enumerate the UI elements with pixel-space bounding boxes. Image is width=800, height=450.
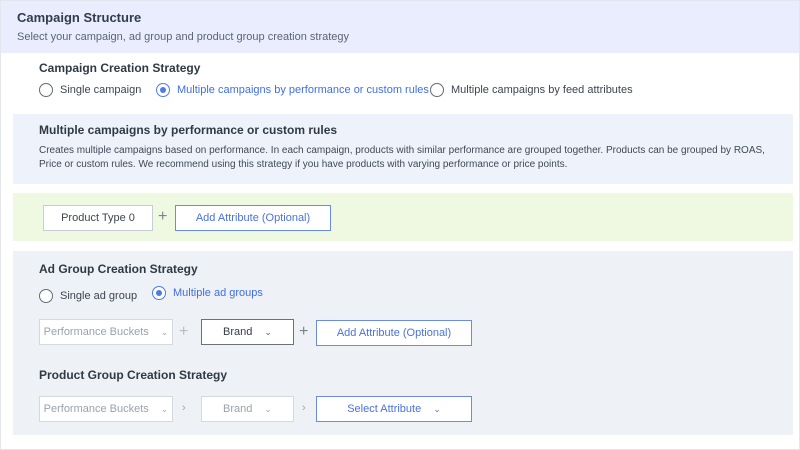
radio-circle [39,289,53,303]
campaign-structure-page: Campaign Structure Select your campaign,… [0,0,800,450]
select-value: Performance Buckets [43,403,149,415]
select-attribute-dropdown[interactable]: Select Attribute ⌄ [316,396,472,422]
performance-buckets-select: Performance Buckets ⌄ [39,319,173,345]
radio-circle [156,83,170,97]
chevron-right-icon: › [182,402,186,414]
header: Campaign Structure Select your campaign,… [1,1,799,53]
select-value: Performance Buckets [43,326,149,338]
product-group-strategy-label: Product Group Creation Strategy [39,368,228,382]
chevron-right-icon: › [302,402,306,414]
campaign-strategy-label: Campaign Creation Strategy [39,61,201,75]
radio-circle [39,83,53,97]
radio-label: Single campaign [60,84,142,96]
plus-icon: + [179,323,189,340]
radio-single-ad-group[interactable]: Single ad group [39,289,137,303]
chevron-down-icon: ⌄ [160,403,169,414]
radio-multiple-campaigns-feed[interactable]: Multiple campaigns by feed attributes [430,83,633,97]
radio-multiple-ad-groups[interactable]: Multiple ad groups [152,286,263,300]
radio-circle [430,83,444,97]
campaign-strategy-options-2: Multiple campaigns by performance or cus… [156,83,429,97]
radio-label: Multiple campaigns by feed attributes [451,84,633,96]
plus-icon: + [158,208,168,225]
performance-buckets-select: Performance Buckets ⌄ [39,396,173,422]
info-description: Creates multiple campaigns based on perf… [39,145,765,170]
plus-icon: + [299,323,309,340]
chevron-down-icon: ⌄ [160,326,169,337]
radio-label: Single ad group [60,290,138,302]
ad-group-strategy-label: Ad Group Creation Strategy [39,262,198,276]
radio-single-campaign[interactable]: Single campaign [39,83,141,97]
info-title: Multiple campaigns by performance or cus… [39,123,338,137]
chevron-down-icon: ⌄ [264,403,272,414]
chevron-down-icon: ⌄ [433,403,441,414]
radio-label: Multiple campaigns by performance or cus… [177,84,429,96]
select-value: Brand [223,326,253,338]
page-subtitle: Select your campaign, ad group and produ… [17,31,350,43]
brand-select: Brand ⌄ [201,396,294,422]
add-attribute-button[interactable]: Add Attribute (Optional) [316,320,472,346]
select-value: Brand [223,403,253,415]
radio-multiple-campaigns-performance[interactable]: Multiple campaigns by performance or cus… [156,83,429,97]
radio-label: Multiple ad groups [173,287,263,299]
radio-circle [152,286,166,300]
select-value: Select Attribute [347,403,422,415]
product-type-chip[interactable]: Product Type 0 [43,205,153,231]
ad-group-strategy-options: Single ad group [39,289,137,303]
ad-group-strategy-options-2: Multiple ad groups [152,286,263,300]
page-title: Campaign Structure [17,10,142,25]
brand-select[interactable]: Brand ⌄ [201,319,294,345]
campaign-strategy-options-3: Multiple campaigns by feed attributes [430,83,633,97]
add-attribute-button[interactable]: Add Attribute (Optional) [175,205,331,231]
campaign-strategy-options: Single campaign [39,83,141,97]
chevron-down-icon: ⌄ [264,326,272,337]
strategy-info-box: Multiple campaigns by performance or cus… [13,114,793,184]
